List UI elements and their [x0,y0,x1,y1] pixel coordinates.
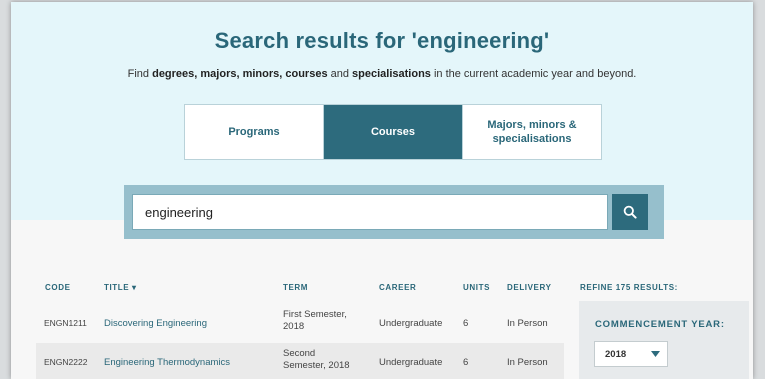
subtitle-bold-types: degrees, majors, minors, courses [152,68,328,80]
course-units: 6 [463,318,469,329]
col-header-code: CODE [45,283,71,292]
year-selected-value: 2018 [605,349,627,360]
col-header-title-label: TITLE [104,283,130,292]
course-career: Undergraduate [379,357,443,368]
search-input[interactable] [132,194,608,230]
course-delivery: In Person [507,318,548,329]
subtitle-text: and [327,68,353,80]
course-career: Undergraduate [379,318,443,329]
table-row: ENGN1211 Discovering Engineering First S… [36,304,564,342]
course-term: Second Semester, 2018 [283,348,350,372]
browser-viewport: Search results for 'engineering' Find de… [11,2,753,379]
course-code: ENGN2222 [44,357,88,367]
tab-majors-minors-specialisations[interactable]: Majors, minors & specialisations [463,105,601,159]
tab-courses[interactable]: Courses [324,105,463,159]
subtitle-text: in the current academic year and beyond. [430,68,637,80]
result-type-tabs: Programs Courses Majors, minors & specia… [184,104,602,160]
course-title-link[interactable]: Engineering Thermodynamics [104,357,230,368]
subtitle-text: Find [127,68,153,80]
term-line: Semester, 2018 [283,360,350,371]
course-delivery: In Person [507,357,548,368]
search-bar [124,185,664,239]
course-term: First Semester, 2018 [283,309,347,333]
col-header-units: UNITS [463,283,490,292]
table-row: ENGN2222 Engineering Thermodynamics Seco… [36,343,564,379]
commencement-year-label: COMMENCEMENT YEAR: [595,319,725,330]
tab-programs[interactable]: Programs [185,105,324,159]
page-title: Search results for 'engineering' [214,28,550,53]
col-header-career: CAREER [379,283,417,292]
course-title-link[interactable]: Discovering Engineering [104,318,207,329]
col-header-title[interactable]: TITLE ▾ [104,283,137,292]
commencement-year-select[interactable]: 2018 [594,341,668,367]
col-header-term: TERM [283,283,309,292]
term-line: Second [283,348,316,359]
sort-desc-icon: ▾ [132,283,137,292]
chevron-down-icon [643,342,667,366]
col-header-delivery: DELIVERY [507,283,552,292]
course-code: ENGN1211 [44,318,87,328]
search-icon [623,205,637,219]
term-line: 2018 [283,321,305,332]
refine-panel: COMMENCEMENT YEAR: 2018 [579,301,749,379]
course-units: 6 [463,357,469,368]
page-subtitle: Find degrees, majors, minors, courses an… [11,68,753,80]
term-line: First Semester, [283,309,347,320]
subtitle-bold-specialisations: specialisations [352,68,431,80]
search-button[interactable] [612,194,648,230]
refine-results-heading: REFINE 175 RESULTS: [580,283,678,292]
